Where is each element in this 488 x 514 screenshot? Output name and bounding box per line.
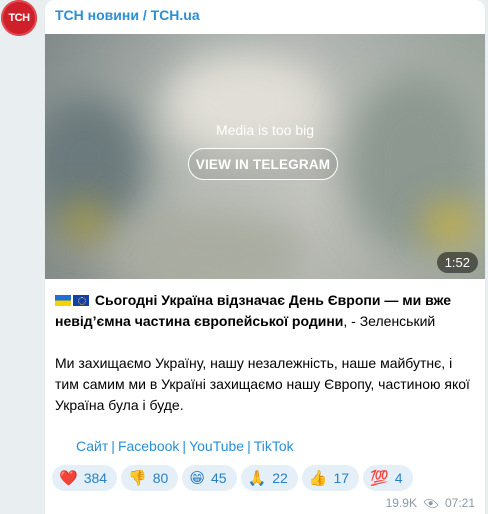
reaction-hundred[interactable]: 💯 4: [363, 465, 413, 491]
link-separator: |: [247, 438, 251, 454]
post-paragraph: Ми захищаємо Україну, нашу незалежність,…: [55, 355, 470, 413]
reaction-count: 80: [152, 470, 169, 486]
reactions-bar: ❤️ 384 👎 80 😁 45 🙏 22 👍 17 💯 4: [52, 465, 413, 491]
source-links: Сайт | Facebook | YouTube | TikTok: [76, 438, 294, 454]
reaction-count: 22: [272, 470, 288, 486]
video-duration: 1:52: [436, 252, 478, 273]
post-text: Сьогодні Україна відзначає День Європи —…: [55, 290, 475, 416]
link-youtube[interactable]: YouTube: [189, 438, 244, 454]
reaction-count: 17: [333, 470, 350, 486]
heart-icon: ❤️: [59, 469, 78, 487]
thumbs-up-icon: 👍: [308, 469, 328, 487]
media-too-big-notice: Media is too big: [215, 122, 315, 138]
eye-icon: [423, 495, 439, 511]
grin-icon: 😁: [189, 469, 205, 487]
link-separator: |: [111, 438, 115, 454]
post-attribution: , - Зеленський: [343, 313, 436, 329]
reaction-thumbs-up[interactable]: 👍 17: [301, 465, 360, 491]
reaction-thumbs-down[interactable]: 👎 80: [121, 465, 179, 491]
reaction-pray[interactable]: 🙏 22: [240, 465, 298, 491]
message-meta: 19.9K 07:21: [385, 495, 475, 511]
channel-avatar[interactable]: TCH: [1, 0, 37, 36]
link-tiktok[interactable]: TikTok: [254, 438, 294, 454]
reaction-heart[interactable]: ❤️ 384: [52, 465, 118, 491]
channel-name[interactable]: ТСН новини / TCH.ua: [55, 7, 200, 23]
hundred-icon: 💯: [370, 469, 389, 487]
thumbs-down-icon: 👎: [128, 469, 147, 487]
link-site[interactable]: Сайт: [76, 438, 108, 454]
reaction-count: 4: [394, 470, 403, 486]
media-preview[interactable]: Media is too big VIEW IN TELEGRAM 1:52: [45, 34, 485, 279]
reaction-count: 384: [83, 470, 108, 486]
view-in-telegram-button[interactable]: VIEW IN TELEGRAM: [188, 148, 338, 180]
message-time: 07:21: [444, 496, 475, 510]
pray-icon: 🙏: [247, 469, 267, 487]
ukraine-flag-icon: [55, 295, 71, 306]
message-bubble: ТСН новини / TCH.ua Media is too big VIE…: [45, 0, 485, 514]
view-count: 19.9K: [385, 496, 417, 510]
link-separator: |: [182, 438, 187, 454]
reaction-count: 45: [210, 470, 227, 486]
link-facebook[interactable]: Facebook: [118, 438, 179, 454]
reaction-grin[interactable]: 😁 45: [182, 465, 237, 491]
eu-flag-icon: [73, 295, 89, 306]
